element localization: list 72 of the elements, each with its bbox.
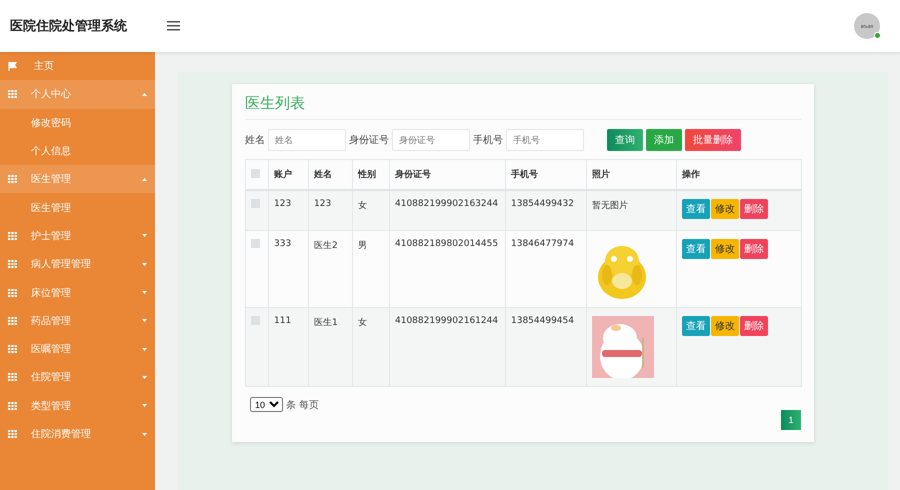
caret-icon [142,92,147,96]
table-cell: 13854499432 [506,190,586,230]
select-all-checkbox[interactable] [251,168,260,178]
grid-icon [8,175,17,184]
row-action-button[interactable]: 删除 [740,316,768,336]
no-photo-text: 暂无图片 [592,201,628,211]
caret-icon [142,262,147,266]
grid-icon [8,430,17,438]
table-cell: 111 [268,308,308,386]
sidebar-subitem[interactable]: 个人信息 [0,136,155,166]
sidebar-item[interactable]: 床位管理 [0,278,155,307]
row-action-button[interactable]: 修改 [711,239,739,259]
filter-field[interactable]: 姓名 [268,129,346,151]
app-title: 医院住院处管理系统 [9,18,128,35]
filter-label: 姓名 [245,134,265,147]
menu-icon[interactable] [167,21,180,31]
sidebar-item[interactable]: 主页 [0,52,155,80]
filter-field[interactable]: 身份证号 [392,129,470,151]
sidebar-item[interactable]: 类型管理 [0,392,155,420]
row-action-button[interactable]: 删除 [740,199,768,219]
row-action-button[interactable]: 查看 [682,199,710,219]
grid-icon [8,345,17,354]
table-cell: 女 [352,190,390,230]
table-cell: 123 [308,190,352,230]
table-cell: 410882199902161244 [390,308,506,386]
sidebar-item[interactable]: 住院消费管理 [0,420,155,448]
sidebar-item[interactable]: 药品管理 [0,306,155,335]
caret-icon [142,404,147,408]
table-cell: 123 [268,190,308,230]
sidebar-item[interactable]: 医嘱管理 [0,334,155,364]
filter-label: 手机号 [473,134,503,147]
grid-icon [8,402,17,410]
filter-label: 身份证号 [349,134,389,147]
sidebar-subitem[interactable]: 医生管理 [0,193,155,222]
search-button[interactable]: 查询 [607,129,643,151]
grid-icon [8,288,17,297]
caret-icon [142,348,147,351]
page-size-label: 条 每页 [286,398,320,412]
grid-icon [8,232,17,240]
filter-field[interactable]: 手机号 [506,129,584,151]
caret-icon [142,376,147,379]
row-checkbox[interactable] [251,239,260,248]
grid-icon [8,316,17,325]
table-cell: 410882199902163244 [390,190,506,230]
table-cell: 医生1 [308,308,352,386]
sidebar-item[interactable]: 医生管理 [0,165,155,194]
table-cell: 女 [352,308,390,386]
card-title: 医生列表 [245,94,801,120]
sidebar-item[interactable]: 住院管理 [0,363,155,392]
page-button[interactable]: 1 [781,410,801,430]
caret-icon [142,432,147,436]
row-action-button[interactable]: 查看 [682,239,710,259]
grid-icon [8,260,17,268]
caret-icon [142,319,147,322]
row-action-button[interactable]: 修改 [711,199,739,219]
sidebar-item[interactable]: 个人中心 [0,80,155,109]
row-action-button[interactable]: 查看 [682,316,710,336]
delete-button[interactable]: 批量删除 [685,129,741,151]
flag-icon [8,62,17,71]
table-cell: 13854499454 [506,308,586,386]
row-action-button[interactable]: 修改 [711,316,739,336]
grid-icon [8,373,17,382]
caret-icon [142,291,147,294]
caret-icon [142,234,147,238]
add-button[interactable]: 添加 [646,129,682,151]
row-action-button[interactable]: 删除 [740,239,768,259]
sidebar-item[interactable]: 病人管理管理 [0,250,155,278]
sidebar-item[interactable]: 护士管理 [0,222,155,250]
caret-icon [142,178,147,181]
grid-icon [8,90,17,98]
page-size-select[interactable]: 10 [250,397,283,412]
sidebar-subitem[interactable]: 修改密码 [0,108,155,137]
